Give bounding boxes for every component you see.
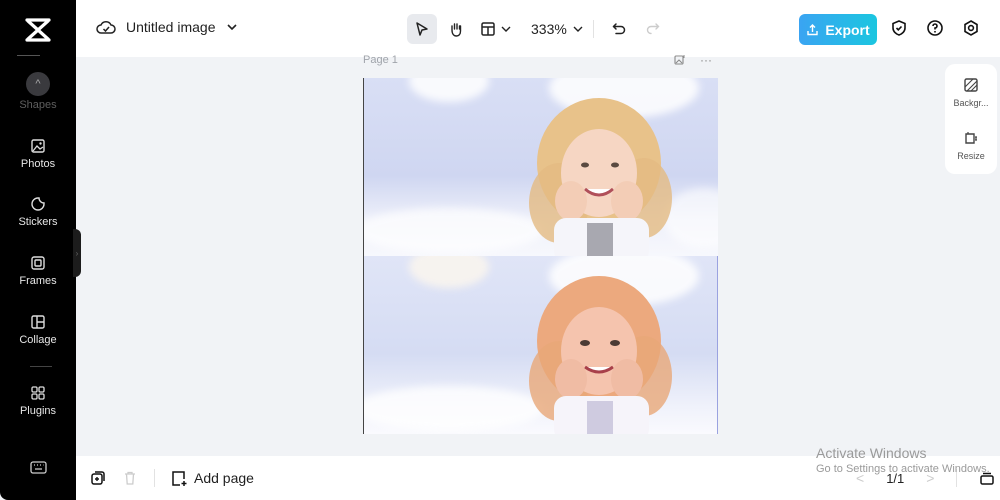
left-sidebar: ^ Shapes Photos Stickers Frames Collage …: [0, 0, 76, 500]
divider: [17, 55, 40, 56]
delete-page-icon[interactable]: [122, 470, 138, 486]
chevron-down-icon: [573, 26, 583, 32]
bottom-toolbar: Add page < 1/1 >: [76, 456, 1000, 500]
help-icon[interactable]: [926, 19, 944, 37]
keyboard-icon[interactable]: [30, 461, 47, 474]
sidebar-item-shapes[interactable]: ^ Shapes: [0, 72, 76, 111]
zoom-level: 333%: [531, 21, 567, 37]
layout-icon: [480, 22, 495, 36]
resize-button[interactable]: Resize: [945, 130, 997, 161]
capcut-logo-icon[interactable]: [24, 17, 52, 43]
page-label: Page 1: [363, 54, 398, 66]
add-page-label: Add page: [194, 470, 254, 486]
collage-icon: [31, 315, 45, 329]
upload-icon: [807, 24, 819, 36]
sidebar-item-label: Photos: [20, 158, 56, 170]
add-page-button[interactable]: Add page: [171, 470, 254, 487]
image-original[interactable]: [364, 78, 718, 256]
export-button[interactable]: Export: [799, 14, 877, 45]
cursor-icon: [416, 22, 428, 36]
add-page-icon: [172, 470, 187, 486]
chevron-up-icon: ^: [26, 72, 50, 96]
page-panel-icon[interactable]: [979, 470, 995, 486]
background-label: Backgr...: [953, 98, 989, 108]
sidebar-item-label: Collage: [19, 334, 57, 346]
export-label: Export: [825, 21, 870, 38]
hand-icon: [451, 23, 462, 37]
prev-page-button[interactable]: <: [856, 470, 864, 486]
background-button[interactable]: Backgr...: [945, 77, 997, 108]
sidebar-collapse-handle[interactable]: ›: [73, 229, 81, 277]
redo-icon: [646, 23, 660, 35]
hand-tool-button[interactable]: [441, 14, 471, 44]
zoom-dropdown[interactable]: 333%: [531, 21, 583, 37]
layout-dropdown[interactable]: [475, 14, 515, 44]
chevron-down-icon: [501, 26, 510, 32]
background-icon: [964, 78, 978, 92]
divider: [592, 20, 594, 38]
plugins-icon: [31, 386, 45, 400]
document-title[interactable]: Untitled image: [126, 19, 216, 35]
divider: [30, 366, 52, 367]
resize-icon: [965, 132, 977, 144]
sidebar-item-collage[interactable]: Collage: [0, 314, 76, 346]
sidebar-item-frames[interactable]: Frames: [0, 255, 76, 287]
redo-button[interactable]: [638, 14, 668, 44]
sticker-icon: [31, 197, 45, 211]
top-toolbar: Untitled image 333% Export: [76, 0, 1000, 57]
divider: [154, 469, 155, 487]
undo-button[interactable]: [604, 14, 634, 44]
frame-icon: [31, 256, 45, 270]
image-enhanced[interactable]: [364, 256, 718, 434]
canvas-artboard[interactable]: [363, 78, 718, 434]
girl-photo-enhanced: [529, 276, 672, 434]
page-more-button[interactable]: ···: [700, 53, 712, 67]
settings-icon[interactable]: [962, 19, 980, 37]
page-count: 1/1: [886, 470, 905, 486]
sidebar-item-plugins[interactable]: Plugins: [0, 385, 76, 417]
page-navigator: < 1/1 >: [856, 469, 995, 487]
editor-app: ^ Shapes Photos Stickers Frames Collage …: [0, 0, 1000, 500]
right-tools-panel: Backgr... Resize: [945, 64, 997, 174]
shield-check-icon[interactable]: [890, 19, 908, 37]
page-thumbnail-icon[interactable]: [674, 54, 686, 66]
divider: [956, 469, 958, 487]
sidebar-item-label: Stickers: [18, 216, 58, 228]
photo-icon: [31, 139, 45, 153]
girl-photo: [529, 98, 672, 256]
sidebar-item-label: Plugins: [19, 405, 57, 417]
sidebar-item-label: Frames: [19, 275, 57, 287]
chevron-down-icon[interactable]: [226, 23, 238, 31]
sidebar-item-stickers[interactable]: Stickers: [0, 196, 76, 228]
select-tool-button[interactable]: [407, 14, 437, 44]
cloud-saved-icon: [96, 21, 116, 34]
duplicate-page-icon[interactable]: [90, 470, 106, 486]
sidebar-item-photos[interactable]: Photos: [0, 138, 76, 170]
sidebar-item-label: Shapes: [19, 99, 57, 111]
undo-icon: [612, 23, 626, 35]
next-page-button[interactable]: >: [926, 470, 934, 486]
resize-label: Resize: [957, 151, 985, 161]
